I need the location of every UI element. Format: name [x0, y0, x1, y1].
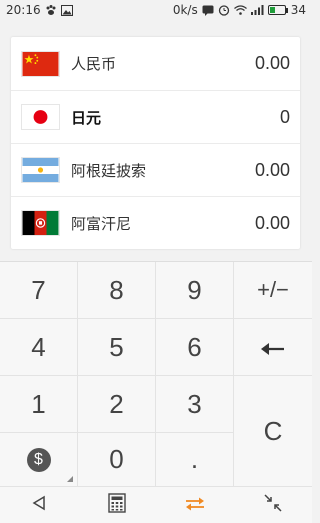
wifi-icon	[233, 5, 247, 15]
key-6[interactable]: 6	[156, 319, 234, 376]
currency-name: 日元	[71, 108, 102, 127]
currency-value: 0.00	[254, 212, 290, 233]
currency-row-jpy[interactable]: 日元 0	[11, 90, 300, 143]
argentina-flag-icon	[21, 157, 60, 183]
decimal-point-button[interactable]: .	[156, 433, 234, 487]
paw-notification-icon	[45, 4, 57, 16]
currency-row-afn[interactable]: 阿富汗尼 0.00	[11, 196, 300, 249]
collapse-button[interactable]	[253, 490, 293, 520]
currency-selector-button[interactable]: $	[0, 433, 78, 487]
key-1[interactable]: 1	[0, 376, 78, 433]
backspace-button[interactable]	[234, 319, 312, 376]
key-9[interactable]: 9	[156, 262, 234, 319]
back-triangle-icon	[31, 495, 47, 515]
plus-minus-button[interactable]: +/−	[234, 262, 312, 319]
battery-indicator: 34	[267, 3, 306, 17]
swap-button[interactable]	[175, 490, 215, 520]
currency-value: 0.00	[254, 159, 290, 180]
key-8[interactable]: 8	[78, 262, 156, 319]
currency-name: 阿根廷披索	[71, 161, 147, 180]
dollar-icon: $	[26, 447, 51, 472]
image-notification-icon	[60, 4, 73, 16]
currency-name: 阿富汗尼	[71, 214, 132, 233]
currency-value: 0.00	[254, 53, 290, 73]
keypad: 7 8 9 +/− 4 5 6 1 2 3 C $ 0 .	[0, 261, 312, 487]
alarm-icon	[218, 4, 230, 16]
calculator-icon	[108, 493, 126, 517]
currency-row-cny[interactable]: 人民币 0.00	[11, 37, 300, 90]
back-button[interactable]	[19, 490, 59, 520]
battery-icon	[267, 5, 286, 15]
clear-button[interactable]: C	[234, 376, 312, 487]
calculator-button[interactable]	[97, 490, 137, 520]
currency-list: 人民币 0.00 日元 0 阿根廷披索 0.00 阿富汗尼 0.00	[11, 37, 300, 249]
currency-name: 人民币	[71, 55, 117, 73]
afghanistan-flag-icon	[21, 210, 60, 236]
swap-arrows-icon	[185, 496, 205, 515]
battery-fill	[269, 7, 276, 13]
key-7[interactable]: 7	[0, 262, 78, 319]
network-speed: 0k/s	[172, 3, 198, 17]
message-icon	[202, 5, 214, 16]
key-5[interactable]: 5	[78, 319, 156, 376]
corner-triangle-icon	[67, 476, 73, 482]
currency-row-ars[interactable]: 阿根廷披索 0.00	[11, 143, 300, 196]
japan-flag-icon	[21, 104, 60, 130]
key-0[interactable]: 0	[78, 433, 156, 487]
bottom-nav-bar	[0, 486, 312, 523]
signal-icon	[250, 5, 264, 15]
status-time: 20:16	[6, 3, 41, 17]
battery-cap	[285, 7, 288, 13]
battery-level: 34	[290, 3, 306, 17]
backspace-arrow-icon	[261, 332, 285, 363]
currency-value: 0	[279, 106, 290, 127]
collapse-arrows-icon	[264, 494, 282, 516]
china-flag-icon	[21, 50, 60, 77]
key-4[interactable]: 4	[0, 319, 78, 376]
status-bar: 20:16 0k/s 34	[0, 0, 312, 20]
key-3[interactable]: 3	[156, 376, 234, 433]
key-2[interactable]: 2	[78, 376, 156, 433]
